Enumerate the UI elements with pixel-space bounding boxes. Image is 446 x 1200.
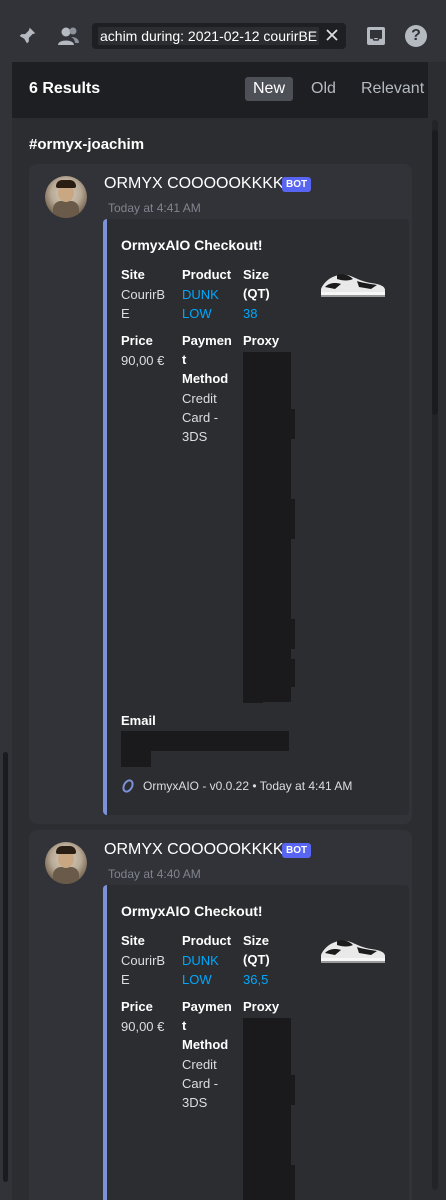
- field-payment-label: t: [182, 352, 187, 367]
- redacted-email: [121, 731, 289, 751]
- field-site-value: CourirB: [121, 953, 166, 968]
- inbox-icon[interactable]: [364, 24, 388, 48]
- field-size-label: (QT): [243, 952, 270, 967]
- results-header: 6 Results New Old Relevant: [12, 62, 428, 118]
- search-result-card[interactable]: ORMYX COOOOOKKKK BOT Today at 4:40 AM Or…: [29, 830, 412, 1200]
- field-product-link[interactable]: LOW: [182, 970, 212, 989]
- search-input[interactable]: achim during: 2021-02-12 courirBE: [92, 23, 346, 49]
- field-payment-label: Method: [182, 371, 229, 386]
- pin-icon[interactable]: [15, 24, 39, 48]
- redacted-proxy: [243, 499, 295, 539]
- field-product-label: Product: [182, 267, 232, 282]
- field-product-link[interactable]: LOW: [182, 304, 212, 323]
- field-price-label: Price: [121, 999, 153, 1014]
- redacted-proxy: [243, 1075, 295, 1105]
- field-price-value: 90,00 €: [121, 1019, 165, 1034]
- members-icon[interactable]: [56, 24, 80, 48]
- field-payment-label: Paymen: [182, 999, 232, 1014]
- embed-footer: OrmyxAIO - v0.0.22 • Today at 4:41 AM: [121, 779, 352, 793]
- help-icon[interactable]: ?: [404, 24, 428, 48]
- field-site-value: CourirB: [121, 287, 166, 302]
- field-product-link[interactable]: DUNK: [182, 951, 219, 970]
- sneaker-thumbnail[interactable]: [319, 265, 387, 299]
- field-payment-value: Credit: [182, 1057, 217, 1072]
- footer-text: OrmyxAIO - v0.0.22 • Today at 4:41 AM: [143, 779, 353, 793]
- field-payment-value: Credit: [182, 391, 217, 406]
- field-price-label: Price: [121, 333, 153, 348]
- field-email-label: Email: [121, 713, 156, 728]
- left-edge: [0, 62, 12, 1200]
- message-timestamp: Today at 4:40 AM: [108, 867, 201, 881]
- sort-tab-relevant[interactable]: Relevant: [353, 77, 432, 101]
- scrollbar-thumb[interactable]: [432, 130, 438, 415]
- field-proxy-label: Proxy: [243, 333, 280, 348]
- redacted-proxy: [243, 689, 263, 703]
- sort-tab-old[interactable]: Old: [303, 77, 344, 101]
- avatar[interactable]: [45, 176, 87, 218]
- field-site-value: E: [121, 972, 130, 987]
- redacted-proxy: [243, 409, 295, 439]
- author-name[interactable]: ORMYX COOOOOKKKK: [104, 175, 284, 193]
- bot-badge: BOT: [282, 843, 312, 858]
- search-result-card[interactable]: ORMYX COOOOOKKKK BOT Today at 4:41 AM Or…: [29, 164, 412, 824]
- field-payment-value: 3DS: [182, 1095, 208, 1110]
- redacted-email: [121, 749, 151, 767]
- field-proxy-label: Proxy: [243, 999, 280, 1014]
- field-site-label: Site: [121, 267, 145, 282]
- field-payment-label: Paymen: [182, 333, 232, 348]
- avatar[interactable]: [45, 842, 87, 884]
- embed-title: OrmyxAIO Checkout!: [121, 903, 263, 919]
- field-size-link[interactable]: 38: [243, 304, 257, 323]
- field-product-label: Product: [182, 933, 232, 948]
- bot-badge: BOT: [282, 177, 312, 192]
- field-site-label: Site: [121, 933, 145, 948]
- help-glyph: ?: [411, 27, 421, 44]
- field-size-label: Size: [243, 933, 270, 948]
- author-name[interactable]: ORMYX COOOOOKKKK: [104, 841, 284, 859]
- checkout-embed: OrmyxAIO Checkout! Site CourirB E Produc…: [103, 219, 409, 815]
- field-payment-value: Card -: [182, 410, 219, 425]
- embed-title: OrmyxAIO Checkout!: [121, 237, 263, 253]
- field-payment-label: Method: [182, 1037, 229, 1052]
- close-icon[interactable]: [324, 27, 340, 43]
- field-payment-value: Card -: [182, 1076, 219, 1091]
- field-product-link[interactable]: DUNK: [182, 285, 219, 304]
- field-price-value: 90,00 €: [121, 353, 165, 368]
- field-size-label: Size: [243, 267, 270, 282]
- search-results-panel: 6 Results New Old Relevant #ormyx-joachi…: [12, 62, 428, 1200]
- message-timestamp: Today at 4:41 AM: [108, 201, 201, 215]
- sneaker-thumbnail[interactable]: [319, 931, 387, 965]
- redacted-proxy: [243, 1165, 295, 1200]
- ormyx-logo-icon: [122, 779, 134, 793]
- search-query-text: achim during: 2021-02-12 courirBE: [98, 27, 320, 45]
- field-size-label: (QT): [243, 286, 270, 301]
- channel-name[interactable]: #ormyx-joachim: [29, 136, 144, 153]
- redacted-proxy: [243, 659, 295, 687]
- field-site-value: E: [121, 306, 130, 321]
- results-count: 6 Results: [29, 80, 101, 97]
- checkout-embed: OrmyxAIO Checkout! Site CourirB E Produc…: [103, 885, 409, 1200]
- left-scrollbar[interactable]: [3, 752, 8, 1182]
- field-size-link[interactable]: 36,5: [243, 970, 268, 989]
- sort-tab-new[interactable]: New: [245, 77, 294, 101]
- redacted-proxy: [243, 619, 295, 649]
- field-payment-label: t: [182, 1018, 187, 1033]
- search-toolbar: achim during: 2021-02-12 courirBE ?: [0, 0, 446, 62]
- field-payment-value: 3DS: [182, 429, 208, 444]
